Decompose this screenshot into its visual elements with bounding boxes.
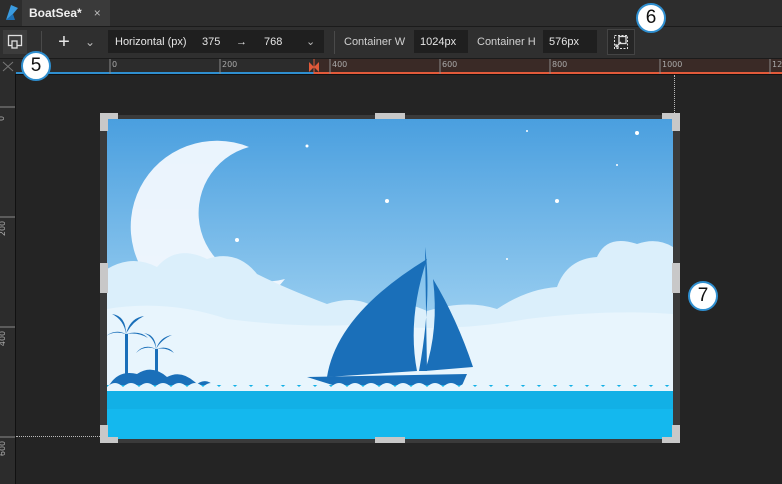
range-marker-icon[interactable] bbox=[308, 59, 320, 74]
chevron-down-icon[interactable]: ⌄ bbox=[306, 35, 315, 48]
tab-title: BoatSea* bbox=[29, 6, 82, 20]
container-height-input[interactable]: 576px bbox=[543, 30, 597, 53]
callout-5: 5 bbox=[21, 51, 51, 81]
callout-7: 7 bbox=[688, 281, 718, 311]
chevron-down-icon: ⌄ bbox=[84, 35, 96, 49]
add-options-dropdown[interactable]: ⌄ bbox=[82, 30, 98, 54]
arrow-right-icon: → bbox=[236, 35, 247, 48]
ruler-label: 600 bbox=[442, 60, 458, 69]
ruler-label: 200 bbox=[0, 220, 8, 237]
boat-sea-illustration[interactable] bbox=[107, 119, 673, 439]
container-height-label: Container H bbox=[477, 36, 536, 48]
toolbar: + ⌄ Horizontal (px) 375 → 768 ⌄ Containe… bbox=[0, 27, 782, 59]
vertical-ruler[interactable]: 0 200 400 600 bbox=[0, 74, 16, 484]
fit-to-screen-button[interactable] bbox=[607, 29, 635, 55]
guide-line-horizontal bbox=[16, 436, 100, 437]
ruler-label: 400 bbox=[332, 60, 348, 69]
resize-handle-top[interactable] bbox=[375, 113, 405, 119]
add-breakpoint-button[interactable]: + bbox=[52, 30, 76, 54]
container-width-value: 1024px bbox=[420, 35, 457, 48]
orientation-select[interactable]: Horizontal (px) 375 → 768 ⌄ bbox=[108, 30, 324, 53]
resize-handle-right[interactable] bbox=[672, 263, 680, 293]
ruler-label: 0 bbox=[0, 116, 6, 121]
range-start-value[interactable]: 375 bbox=[202, 36, 220, 48]
resize-handle-bottom-right[interactable] bbox=[662, 437, 680, 443]
ruler-label: 400 bbox=[0, 330, 8, 347]
toolbar-separator bbox=[334, 31, 335, 54]
container-height-value: 576px bbox=[549, 35, 579, 48]
container-width-input[interactable]: 1024px bbox=[414, 30, 468, 53]
range-end-value[interactable]: 768 bbox=[264, 36, 282, 48]
close-tab-icon[interactable]: × bbox=[94, 6, 101, 20]
ruler-corner bbox=[0, 59, 16, 74]
device-preview-button[interactable] bbox=[3, 30, 27, 54]
ruler-label: 1000 bbox=[662, 60, 683, 69]
resize-handle-left[interactable] bbox=[100, 263, 108, 293]
callout-6: 6 bbox=[636, 3, 666, 33]
orientation-value: Horizontal (px) bbox=[115, 35, 187, 48]
device-preview-icon bbox=[7, 34, 23, 49]
toolbar-separator bbox=[41, 31, 42, 54]
resize-handle-top-right[interactable] bbox=[662, 113, 680, 119]
resize-handle-bottom[interactable] bbox=[375, 437, 405, 443]
horizontal-ruler[interactable]: 0 200 400 600 800 1000 12 bbox=[16, 59, 782, 75]
vertical-ruler-ticks bbox=[0, 106, 15, 438]
guide-line-vertical bbox=[674, 75, 675, 115]
resize-handle-bottom-left[interactable] bbox=[100, 437, 118, 443]
container-width-label: Container W bbox=[344, 36, 406, 48]
ruler-label: 200 bbox=[222, 60, 238, 69]
resize-handle-top-left[interactable] bbox=[100, 113, 118, 119]
ruler-label: 0 bbox=[112, 60, 118, 69]
fit-to-screen-icon bbox=[614, 35, 628, 49]
ruler-label: 800 bbox=[552, 60, 568, 69]
add-icon: + bbox=[58, 31, 70, 53]
ruler-label: 12 bbox=[772, 60, 782, 69]
app-logo-icon bbox=[6, 5, 18, 20]
document-tab[interactable]: BoatSea* × bbox=[22, 0, 110, 26]
responsive-container[interactable] bbox=[100, 113, 680, 443]
ruler-origin-icon bbox=[2, 61, 14, 72]
ruler-label: 600 bbox=[0, 440, 8, 457]
